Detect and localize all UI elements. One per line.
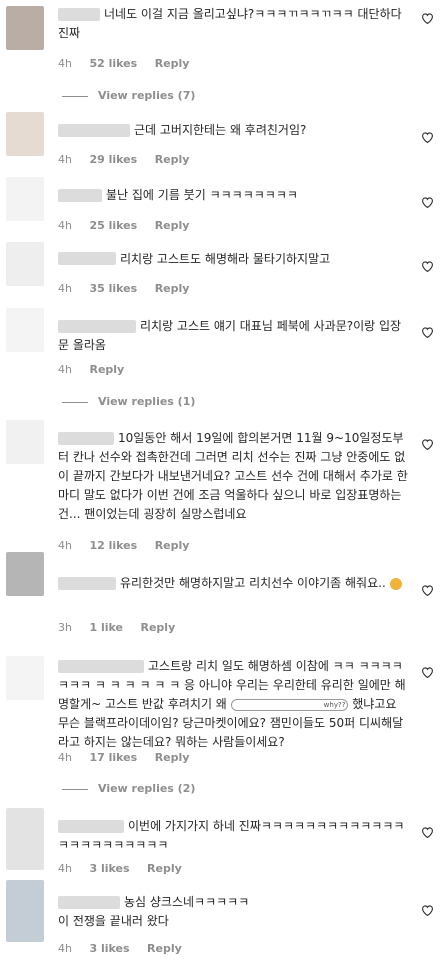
- comment-time: 4h: [58, 57, 72, 70]
- comment-meta: 4h 25 likes Reply: [58, 219, 203, 232]
- comment-time: 4h: [58, 363, 72, 376]
- heart-outline-icon[interactable]: [421, 131, 434, 143]
- comment-text: 너네도 이걸 지금 올리고싶냐?ㅋㅋㅋㄲㅋㅋㄲㅋㅋ 대단하다 진짜: [58, 7, 402, 40]
- comment-meta: 4h 52 likes Reply: [58, 57, 203, 70]
- comment-text: 리치랑 고스트도 해명해라 물타기하지말고: [120, 252, 331, 266]
- comment-item: 10일동안 해서 19일에 합의본거면 11월 9~10일정도부터 칸나 선수와…: [0, 412, 448, 552]
- view-replies-button[interactable]: View replies (7): [62, 89, 195, 102]
- comment-time: 4h: [58, 153, 72, 166]
- comment-meta: 4h 3 likes Reply: [58, 942, 196, 955]
- avatar[interactable]: [6, 552, 44, 596]
- likes-count[interactable]: 29 likes: [89, 153, 137, 166]
- comment-meta: 4h 17 likes Reply: [58, 751, 203, 764]
- comment-item: 너네도 이걸 지금 올리고싶냐?ㅋㅋㅋㄲㅋㅋㄲㅋㅋ 대단하다 진짜 4h 52 …: [0, 0, 448, 110]
- reply-button[interactable]: Reply: [141, 621, 176, 634]
- heart-outline-icon[interactable]: [421, 584, 434, 596]
- view-replies-line: [62, 788, 88, 790]
- view-replies-line: [62, 95, 88, 97]
- comment-text: 근데 고버지한테는 왜 후려친거임?: [134, 123, 307, 137]
- reply-button[interactable]: Reply: [147, 942, 182, 955]
- comment-meta: 4h 29 likes Reply: [58, 153, 203, 166]
- avatar[interactable]: [6, 808, 44, 870]
- likes-count[interactable]: 52 likes: [89, 57, 137, 70]
- comment-time: 4h: [58, 751, 72, 764]
- likes-count[interactable]: 35 likes: [89, 282, 137, 295]
- comment-time: 4h: [58, 942, 72, 955]
- comment-text-line-1: 농심 샹크스네ㅋㅋㅋㅋㅋ: [124, 895, 250, 909]
- comment-item: 리치랑 고스트도 해명해라 물타기하지말고 4h 35 likes Reply: [0, 242, 448, 306]
- comment-time: 3h: [58, 621, 72, 634]
- avatar[interactable]: [6, 112, 44, 156]
- comment-item: 불난 집에 기름 붓기 ㅋㅋㅋㅋㅋㅋㅋㅋ 4h 25 likes Reply: [0, 177, 448, 242]
- reply-button[interactable]: Reply: [155, 219, 190, 232]
- avatar[interactable]: [6, 420, 44, 464]
- comment-item: 고스트랑 리치 일도 해명하셈 이참에 ㅋㅋ ㅋㅋㅋㅋㅋㅋㅋ ㅋ ㅋ ㅋ ㅋ ㅋ…: [0, 654, 448, 804]
- reply-button[interactable]: Reply: [155, 57, 190, 70]
- comment-meta: 4h 35 likes Reply: [58, 282, 203, 295]
- likes-count[interactable]: 17 likes: [89, 751, 137, 764]
- reply-button[interactable]: Reply: [147, 862, 182, 875]
- view-replies-label: View replies (7): [98, 89, 196, 102]
- avatar[interactable]: [6, 308, 44, 352]
- comment-item: 근데 고버지한테는 왜 후려친거임? 4h 29 likes Reply: [0, 110, 448, 177]
- comment-time: 4h: [58, 539, 72, 552]
- heart-outline-icon[interactable]: [421, 196, 434, 208]
- view-replies-label: View replies (2): [98, 782, 196, 795]
- likes-count[interactable]: 3 likes: [89, 862, 129, 875]
- likes-count[interactable]: 25 likes: [89, 219, 137, 232]
- likes-count[interactable]: 3 likes: [89, 942, 129, 955]
- comment-time: 4h: [58, 219, 72, 232]
- comment-text: 불난 집에 기름 붓기 ㅋㅋㅋㅋㅋㅋㅋㅋ: [106, 188, 298, 202]
- heart-outline-icon[interactable]: [421, 326, 434, 338]
- comment-text: 10일동안 해서 19일에 합의본거면 11월 9~10일정도부터 칸나 선수와…: [58, 431, 408, 521]
- comment-text: 농심 샹크스네ㅋㅋㅋㅋㅋ 이 전쟁을 끝내러 왔다: [58, 893, 410, 931]
- heart-outline-icon[interactable]: [421, 666, 434, 678]
- likes-count[interactable]: 1 like: [89, 621, 123, 634]
- comment-item: 이번에 가지가지 하네 진짜ㅋㅋㅋㅋㅋㅋㅋㅋㅋㅋㅋㅋㅋㅋㅋㅋㅋㅋㅋㅋㅋㅋㅋ 4h…: [0, 804, 448, 878]
- heart-outline-icon[interactable]: [421, 904, 434, 916]
- avatar[interactable]: [6, 177, 44, 221]
- heart-outline-icon[interactable]: [421, 12, 434, 24]
- avatar[interactable]: [6, 6, 44, 50]
- comment-text: 고스트랑 리치 일도 해명하셈 이참에 ㅋㅋ ㅋㅋㅋㅋㅋㅋㅋ ㅋ ㅋ ㅋ ㅋ ㅋ…: [58, 657, 410, 752]
- reply-button[interactable]: Reply: [155, 539, 190, 552]
- view-replies-line: [62, 401, 88, 403]
- comment-text: 이번에 가지가지 하네 진짜ㅋㅋㅋㅋㅋㅋㅋㅋㅋㅋㅋㅋㅋㅋㅋㅋㅋㅋㅋㅋㅋㅋㅋ: [58, 819, 405, 852]
- sticker-why: why??: [230, 698, 349, 711]
- comment-item: 농심 샹크스네ㅋㅋㅋㅋㅋ 이 전쟁을 끝내러 왔다 4h 3 likes Rep…: [0, 878, 448, 972]
- comment-item: 유리한것만 해명하지말고 리치선수 이야기좀 해줘요.. 3h 1 like R…: [0, 552, 448, 654]
- view-replies-button[interactable]: View replies (1): [62, 395, 195, 408]
- comment-text: 리치랑 고스트 얘기 대표님 페북에 사과문?이랑 입장문 올라옴: [58, 319, 402, 352]
- view-replies-label: View replies (1): [98, 395, 196, 408]
- reply-button[interactable]: Reply: [155, 153, 190, 166]
- comment-text-line-2: 이 전쟁을 끝내러 왔다: [58, 914, 169, 928]
- avatar[interactable]: [6, 656, 44, 700]
- comment-meta: 3h 1 like Reply: [58, 621, 189, 634]
- comment-time: 4h: [58, 282, 72, 295]
- heart-outline-icon[interactable]: [421, 260, 434, 272]
- heart-outline-icon[interactable]: [421, 826, 434, 838]
- reply-button[interactable]: Reply: [155, 751, 190, 764]
- avatar[interactable]: [6, 880, 44, 942]
- reply-button[interactable]: Reply: [155, 282, 190, 295]
- comment-text: 유리한것만 해명하지말고 리치선수 이야기좀 해줘요..: [58, 574, 410, 593]
- comment-meta: 4h 3 likes Reply: [58, 862, 196, 875]
- likes-count[interactable]: 12 likes: [89, 539, 137, 552]
- avatar[interactable]: [6, 242, 44, 286]
- comment-meta: 4h 12 likes Reply: [58, 539, 203, 552]
- comment-item: 리치랑 고스트 얘기 대표님 페북에 사과문?이랑 입장문 올라옴 4h Rep…: [0, 306, 448, 412]
- comment-meta: 4h Reply: [58, 363, 138, 376]
- comment-text-content: 유리한것만 해명하지말고 리치선수 이야기좀 해줘요..: [120, 576, 386, 590]
- reply-button[interactable]: Reply: [89, 363, 124, 376]
- comment-time: 4h: [58, 862, 72, 875]
- heart-outline-icon[interactable]: [421, 438, 434, 450]
- sad-face-emoji-icon: [389, 577, 402, 590]
- view-replies-button[interactable]: View replies (2): [62, 782, 195, 795]
